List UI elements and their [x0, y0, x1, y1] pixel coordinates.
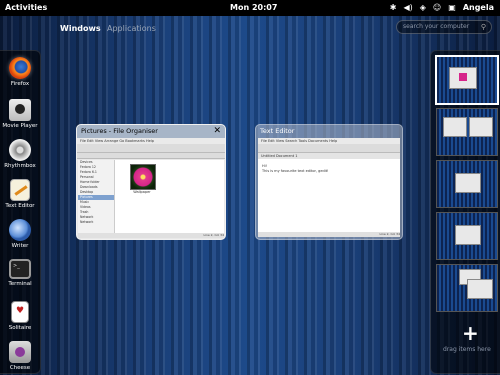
search-placeholder: search your computer: [403, 23, 470, 30]
clock[interactable]: Mon 20:07: [230, 3, 277, 12]
dash: Firefox Movie Player Rhythmbox Text Edit…: [0, 50, 41, 374]
close-icon[interactable]: ✕: [213, 125, 221, 138]
window-title: Text Editor: [260, 127, 295, 135]
status-text: Line 2, Col 34: [379, 232, 400, 236]
dash-item-label: Firefox: [10, 81, 30, 87]
sidebar-item[interactable]: Network: [78, 220, 114, 225]
cheese-icon: [9, 341, 31, 363]
workspace-thumbnail[interactable]: [436, 160, 498, 208]
workspace-thumbnail[interactable]: [436, 212, 498, 260]
system-tray: ✱ ◀) ◈ ☺ ▣ Angela: [390, 2, 494, 14]
window-title-bar[interactable]: Text Editor: [256, 125, 402, 138]
dash-item-rhythmbox[interactable]: Rhythmbox: [0, 139, 40, 169]
workspace-thumbnail[interactable]: [436, 264, 498, 312]
search-icon: ⚲: [480, 23, 486, 31]
search-input[interactable]: search your computer ⚲: [396, 20, 492, 34]
image-thumbnail[interactable]: [130, 164, 156, 190]
file-view[interactable]: Devices Fedora 12 Fedora 6.1 Personal Ho…: [78, 160, 224, 238]
document-tab[interactable]: Untitled Document 1: [258, 153, 400, 159]
dash-item-label: Solitaire: [8, 325, 32, 331]
writer-icon: [9, 219, 31, 241]
add-workspace-button[interactable]: +: [462, 323, 479, 343]
dash-item-writer[interactable]: Writer: [0, 219, 40, 249]
text-line: This is my favourite text editor, gedit!: [262, 169, 329, 173]
status-bar: Line 2, Col 34: [78, 233, 224, 238]
user-menu[interactable]: Angela: [463, 2, 494, 14]
dash-item-label: Movie Player: [2, 123, 38, 129]
status-bar: Line 2, Col 34: [258, 232, 400, 237]
activities-button[interactable]: Activities: [5, 3, 47, 12]
network-icon[interactable]: ◈: [420, 2, 426, 14]
dash-item-label: Terminal: [8, 281, 32, 287]
dash-item-firefox[interactable]: Firefox: [0, 57, 40, 87]
dash-item-label: Text Editor: [5, 203, 35, 209]
window-title-bar[interactable]: Pictures - File Organiser ✕: [77, 125, 225, 138]
volume-icon[interactable]: ◀): [403, 2, 412, 14]
toolbar[interactable]: [77, 144, 225, 153]
workspace-thumbnail-active[interactable]: [435, 55, 499, 105]
dash-item-cheese[interactable]: Cheese: [0, 341, 40, 371]
window-title: Pictures - File Organiser: [81, 127, 158, 135]
status-text: Line 2, Col 34: [203, 233, 224, 237]
dash-item-label: Writer: [11, 243, 29, 249]
window-text-editor[interactable]: Text Editor File Edit View Search Tools …: [255, 124, 403, 240]
file-name: Wallpaper: [133, 190, 151, 194]
terminal-icon: >_: [9, 259, 31, 279]
dash-item-label: Cheese: [9, 365, 31, 371]
dash-item-solitaire[interactable]: ♥ Solitaire: [0, 301, 40, 331]
tab-windows[interactable]: Windows: [60, 24, 101, 33]
rhythmbox-icon: [9, 139, 31, 161]
sidebar[interactable]: Devices Fedora 12 Fedora 6.1 Personal Ho…: [78, 160, 115, 238]
solitaire-icon: ♥: [11, 301, 29, 323]
toolbar[interactable]: [258, 144, 400, 153]
user-icon: ▣: [448, 3, 456, 12]
drop-hint: drag items here: [443, 346, 491, 353]
dash-item-label: Rhythmbox: [4, 163, 36, 169]
tab-applications[interactable]: Applications: [107, 24, 156, 33]
dash-item-text-editor[interactable]: Text Editor: [0, 179, 40, 209]
firefox-icon: [9, 57, 31, 79]
dash-item-terminal[interactable]: >_ Terminal: [0, 259, 40, 287]
workspace-thumbnail[interactable]: [436, 108, 498, 156]
window-file-organiser[interactable]: Pictures - File Organiser ✕ File Edit Vi…: [76, 124, 226, 240]
top-bar: Activities Mon 20:07 ✱ ◀) ◈ ☺ ▣ Angela: [0, 0, 500, 16]
movie-player-icon: [9, 99, 31, 121]
accessibility-icon[interactable]: ☺: [433, 2, 441, 14]
location-bar[interactable]: [77, 153, 225, 159]
bluetooth-icon[interactable]: ✱: [390, 2, 397, 14]
document-text[interactable]: Hi! This is my favourite text editor, ge…: [262, 164, 329, 174]
dash-item-movie-player[interactable]: Movie Player: [0, 99, 40, 129]
text-editor-icon: [10, 179, 30, 201]
editor-content[interactable]: File Edit View Search Tools Documents He…: [258, 138, 400, 237]
